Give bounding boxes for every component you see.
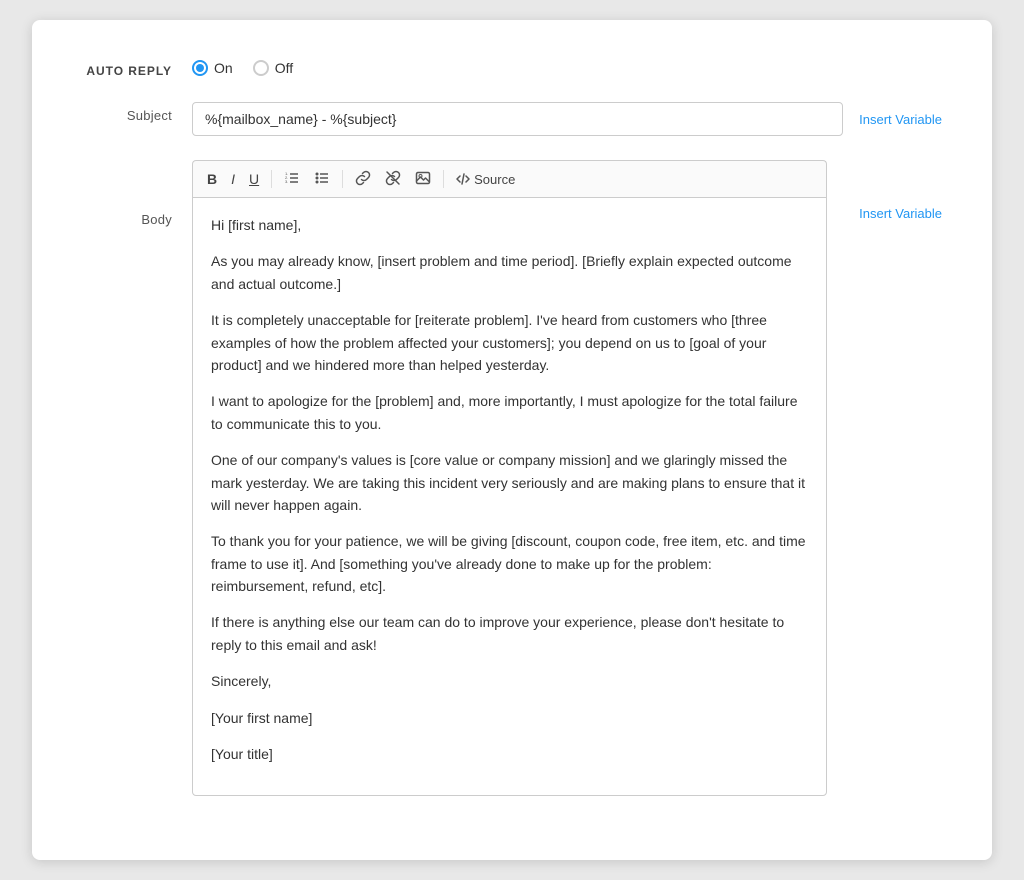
radio-on-option[interactable]: On [192,60,233,76]
toolbar-divider-2 [342,170,343,188]
unlink-button[interactable] [379,167,407,191]
image-icon [415,170,431,186]
radio-off-circle[interactable] [253,60,269,76]
auto-reply-radio-group: On Off [192,60,293,76]
subject-input[interactable] [192,102,843,136]
source-button[interactable]: Source [450,169,521,190]
body-right-actions: Insert Variable [843,206,942,221]
radio-on-label: On [214,60,233,76]
radio-off-label: Off [275,60,293,76]
toolbar-divider-3 [443,170,444,188]
body-label: Body [82,160,192,227]
bold-button[interactable]: B [201,169,223,189]
radio-on-circle[interactable] [192,60,208,76]
subject-row: Subject Insert Variable [82,102,942,136]
editor-toolbar: B I U 1. 2. 3. [192,160,827,197]
body-paragraph-0: Hi [first name], [211,214,808,236]
auto-reply-row: AUTO REPLY On Off [82,60,942,78]
body-row: Body B I U 1. 2. 3. [82,160,942,796]
editor-content-area[interactable]: Hi [first name], As you may already know… [192,197,827,796]
image-button[interactable] [409,167,437,191]
body-paragraph-1: As you may already know, [insert problem… [211,250,808,295]
body-paragraph-2: It is completely unacceptable for [reite… [211,309,808,376]
unlink-icon [385,170,401,186]
italic-button[interactable]: I [225,169,241,189]
body-paragraph-3: I want to apologize for the [problem] an… [211,390,808,435]
toolbar-divider-1 [271,170,272,188]
body-insert-variable-link[interactable]: Insert Variable [859,206,942,221]
main-card: AUTO REPLY On Off Subject Insert Variabl… [32,20,992,860]
ordered-list-icon: 1. 2. 3. [284,170,300,186]
subject-insert-variable-link[interactable]: Insert Variable [859,112,942,127]
source-icon [456,172,470,186]
subject-field-wrap: Insert Variable [192,102,942,136]
auto-reply-label: AUTO REPLY [82,60,192,78]
body-paragraph-9: [Your title] [211,743,808,765]
svg-text:3.: 3. [285,179,288,184]
unordered-list-icon [314,170,330,186]
body-paragraph-5: To thank you for your patience, we will … [211,530,808,597]
source-label: Source [474,172,515,187]
unordered-list-button[interactable] [308,167,336,191]
body-paragraph-8: [Your first name] [211,707,808,729]
body-paragraph-7: Sincerely, [211,670,808,692]
link-icon [355,170,371,186]
body-editor-wrap: B I U 1. 2. 3. [192,160,827,796]
underline-button[interactable]: U [243,169,265,189]
body-paragraph-6: If there is anything else our team can d… [211,611,808,656]
body-paragraph-4: One of our company's values is [core val… [211,449,808,516]
ordered-list-button[interactable]: 1. 2. 3. [278,167,306,191]
link-button[interactable] [349,167,377,191]
subject-label: Subject [82,102,192,123]
radio-off-option[interactable]: Off [253,60,293,76]
